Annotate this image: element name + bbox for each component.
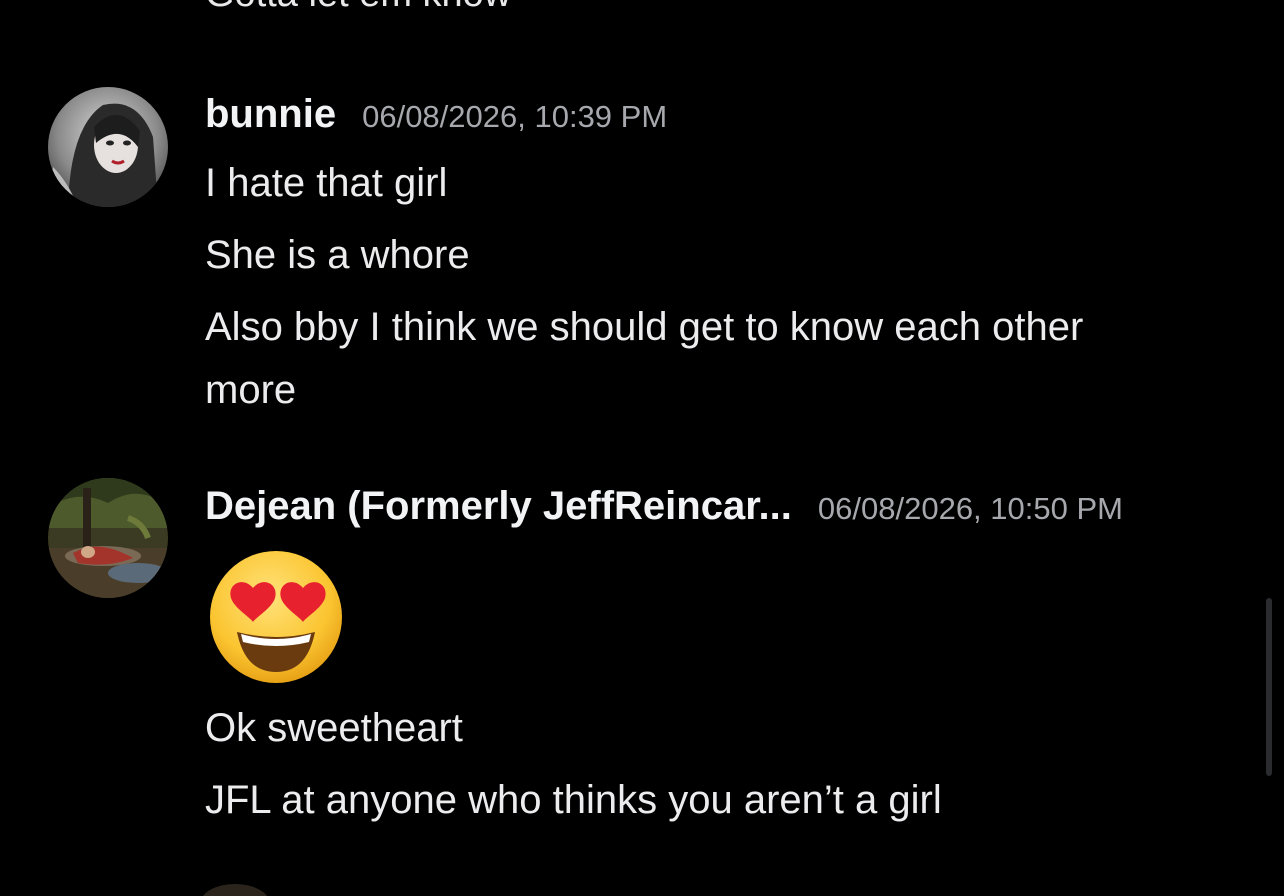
avatar[interactable]	[48, 87, 168, 207]
username[interactable]: bunnie	[205, 92, 336, 137]
heart-eyes-emoji-icon	[207, 548, 345, 686]
message-line: more	[205, 368, 297, 412]
message-header: bunnie 06/08/2026, 10:39 PM	[205, 92, 667, 137]
scrollbar[interactable]	[1266, 598, 1272, 776]
message-line: I hate that girl	[205, 161, 448, 205]
avatar-image	[48, 478, 168, 598]
message-line: Also bby I think we should get to know e…	[205, 305, 1084, 349]
chat-view: Gotta let em know	[0, 0, 1284, 896]
avatar-partial	[200, 884, 270, 896]
message-line-partial: Gotta let em know	[205, 0, 511, 16]
message-line: Ok sweetheart	[205, 706, 463, 750]
avatar[interactable]	[48, 478, 168, 598]
timestamp: 06/08/2026, 10:50 PM	[817, 491, 1123, 526]
message-header: Dejean (Formerly JeffReincar... 06/08/20…	[205, 484, 1123, 529]
avatar-image	[48, 87, 168, 207]
message-line: JFL at anyone who thinks you aren’t a gi…	[205, 778, 942, 822]
username[interactable]: Dejean (Formerly JeffReincar...	[205, 484, 792, 529]
timestamp: 06/08/2026, 10:39 PM	[362, 99, 668, 134]
message-line: She is a whore	[205, 233, 470, 277]
